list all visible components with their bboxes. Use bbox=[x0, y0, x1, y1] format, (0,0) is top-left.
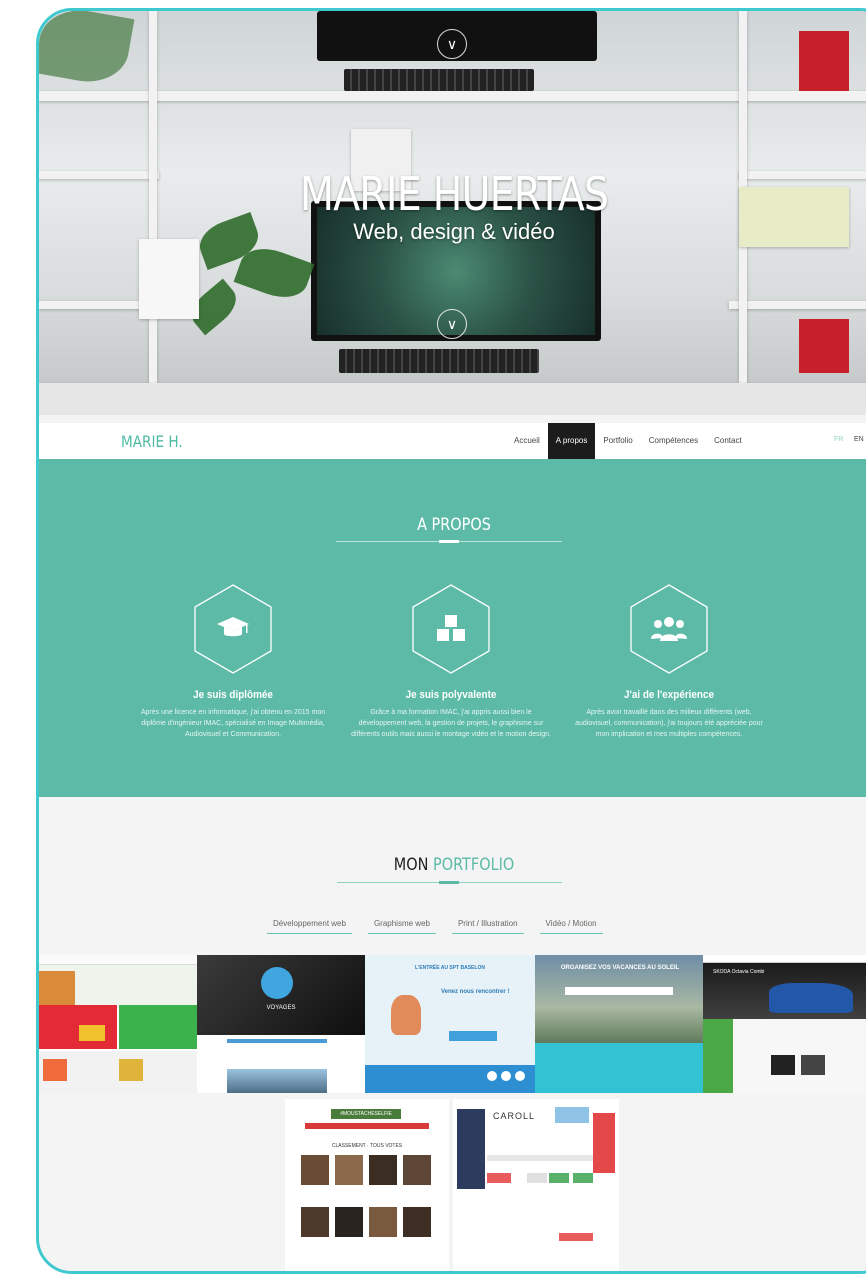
thumb-brand: CAROLL bbox=[493, 1111, 536, 1121]
keyboard-top bbox=[344, 69, 534, 91]
portfolio-thumb[interactable]: ORGANISEZ VOS VACANCES AU SOLEIL bbox=[535, 955, 703, 1093]
shelf bbox=[729, 301, 866, 309]
nav-item-a-propos[interactable]: A propos bbox=[547, 423, 596, 459]
filter-print[interactable]: Print / Illustration bbox=[451, 919, 524, 934]
brand-logo[interactable]: MARIE H. bbox=[121, 432, 183, 451]
red-box bbox=[799, 319, 849, 373]
lang-en[interactable]: EN bbox=[854, 436, 864, 443]
lang-fr[interactable]: FR bbox=[834, 436, 843, 443]
feature-text: Après avoir travaillé dans des milieux d… bbox=[575, 709, 763, 738]
feature-text: Après une licence en informatique, j'ai … bbox=[140, 709, 326, 738]
title-mark bbox=[439, 540, 459, 543]
hero-section: ∨ ∨ MARIE HUERTAS Web, design & vidéo bbox=[39, 11, 866, 415]
red-box bbox=[799, 31, 849, 91]
portfolio-filters: Développement web Graphisme web Print / … bbox=[267, 919, 603, 934]
plant-leaf bbox=[39, 11, 135, 89]
filter-graphisme-web[interactable]: Graphisme web bbox=[367, 919, 436, 934]
nav-item-competences[interactable]: Compétences bbox=[641, 423, 706, 459]
portfolio-title: MON PORTFOLIO bbox=[101, 855, 807, 875]
about-section: A PROPOS Je suis diplômée Après une lice… bbox=[39, 459, 866, 797]
filter-video[interactable]: Vidéo / Motion bbox=[539, 919, 603, 934]
portfolio-thumb[interactable]: L'ENTRÉE AU SPT BASELON Venez nous renco… bbox=[365, 955, 535, 1093]
hero-title: MARIE HUERTAS bbox=[299, 167, 609, 221]
feature-title: Je suis polyvalente bbox=[405, 689, 497, 701]
portfolio-section: MON PORTFOLIO Développement web Graphism… bbox=[39, 797, 866, 1271]
browser-frame: ∨ ∨ MARIE HUERTAS Web, design & vidéo MA… bbox=[36, 8, 866, 1274]
graduation-cap-icon bbox=[216, 615, 250, 648]
users-icon bbox=[650, 615, 688, 648]
nav-menu: Accueil A propos Portfolio Compétences C… bbox=[506, 423, 750, 459]
thumb-heading: ORGANISEZ VOS VACANCES AU SOLEIL bbox=[560, 965, 680, 971]
hero-subtitle: Web, design & vidéo bbox=[353, 219, 555, 244]
feature-text: Grâce à ma formation IMAC, j'ai appris a… bbox=[351, 709, 551, 738]
portfolio-thumb[interactable]: #MOUSTACHESELFIE CLASSEMENT · TOUS VOTES bbox=[285, 1099, 449, 1271]
title-mark bbox=[439, 881, 459, 884]
nav-item-contact[interactable]: Contact bbox=[706, 423, 750, 459]
thumb-heading: VOYAGES bbox=[266, 1005, 296, 1011]
nav-item-portfolio[interactable]: Portfolio bbox=[595, 423, 640, 459]
filter-dev-web[interactable]: Développement web bbox=[267, 919, 352, 934]
portfolio-thumb[interactable]: SKODA Octavia Combi bbox=[703, 955, 866, 1093]
keyboard bbox=[339, 349, 539, 373]
portfolio-title-b: PORTFOLIO bbox=[432, 855, 515, 875]
scroll-down-icon[interactable]: ∨ bbox=[437, 309, 467, 339]
thumb-subheading: CLASSEMENT · TOUS VOTES bbox=[331, 1143, 403, 1149]
white-frame bbox=[139, 239, 199, 319]
portfolio-thumb[interactable] bbox=[39, 955, 197, 1093]
navbar: MARIE H. Accueil A propos Portfolio Comp… bbox=[39, 423, 866, 459]
nav-item-accueil[interactable]: Accueil bbox=[506, 423, 548, 459]
thumb-subheading: Venez nous rencontrer ! bbox=[441, 989, 510, 995]
portfolio-thumb[interactable]: CAROLL bbox=[453, 1099, 619, 1271]
feature-title: Je suis diplômée bbox=[193, 689, 273, 701]
thumb-heading: SKODA Octavia Combi bbox=[713, 969, 765, 975]
desk bbox=[39, 383, 866, 415]
portfolio-title-a: MON bbox=[393, 855, 429, 875]
feature-title: J'ai de l'expérience bbox=[623, 689, 714, 701]
chevron-down-icon[interactable]: ∨ bbox=[437, 29, 467, 59]
thumb-tag: #MOUSTACHESELFIE bbox=[331, 1109, 401, 1119]
portfolio-thumb[interactable]: VOYAGES bbox=[197, 955, 365, 1093]
about-title: A PROPOS bbox=[417, 515, 491, 535]
cubes-icon bbox=[434, 613, 468, 650]
thumb-heading: L'ENTRÉE AU SPT BASELON bbox=[415, 965, 485, 971]
